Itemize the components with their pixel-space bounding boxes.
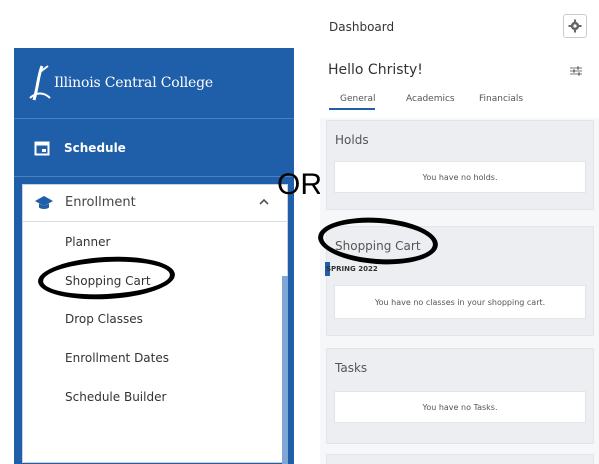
logo-text: Illinois Central College xyxy=(54,75,213,91)
tasks-card: Tasks You have no Tasks. xyxy=(326,348,594,444)
shopping-cart-message: You have no classes in your shopping car… xyxy=(334,285,586,319)
tab-financials[interactable]: Financials xyxy=(479,94,523,104)
holds-card: Holds You have no holds. xyxy=(326,120,594,210)
page-title: Dashboard xyxy=(329,20,395,34)
submenu-item-enrollment-dates[interactable]: Enrollment Dates xyxy=(65,351,169,365)
college-logo[interactable]: Illinois Central College xyxy=(14,48,294,118)
active-tab-indicator xyxy=(329,108,375,110)
divider xyxy=(14,176,294,177)
greeting: Hello Christy! xyxy=(328,62,423,78)
dashboard-header: Dashboard xyxy=(320,0,599,51)
term-label: SPRING 2022 xyxy=(326,265,378,273)
card-icon xyxy=(34,441,50,454)
nav-item-label: Enrollment xyxy=(65,195,136,210)
divider xyxy=(14,118,294,119)
holds-message: You have no holds. xyxy=(334,161,586,193)
nav-item-enrollment[interactable]: Enrollment xyxy=(23,185,287,222)
settings-button[interactable] xyxy=(563,14,587,38)
submenu-item-schedule-builder[interactable]: Schedule Builder xyxy=(65,390,166,404)
tasks-message: You have no Tasks. xyxy=(334,391,586,423)
nav-item-schedule[interactable]: Schedule xyxy=(14,128,294,168)
or-label: OR xyxy=(277,168,322,201)
submenu-item-planner[interactable]: Planner xyxy=(65,235,110,249)
card-title: Holds xyxy=(335,133,369,147)
chevron-down-icon[interactable] xyxy=(256,443,266,451)
next-card xyxy=(326,454,594,464)
nav-item-financials[interactable]: Financials xyxy=(14,427,294,464)
card-title: Tasks xyxy=(335,361,368,375)
gear-icon xyxy=(568,19,582,33)
greeting-area: Hello Christy! General Academics Financi… xyxy=(320,50,599,118)
tab-general[interactable]: General xyxy=(340,94,375,104)
navigation-sidebar: Illinois Central College Schedule Enroll… xyxy=(14,48,294,464)
chevron-up-icon[interactable] xyxy=(259,197,269,207)
logo-icon xyxy=(29,65,51,101)
sliders-icon[interactable] xyxy=(570,66,582,76)
calendar-icon xyxy=(34,141,50,156)
graduation-cap-icon xyxy=(35,196,53,209)
nav-item-label: Schedule xyxy=(64,141,126,155)
tab-academics[interactable]: Academics xyxy=(406,94,455,104)
enrollment-panel: Enrollment Planner Shopping Cart Drop Cl… xyxy=(22,184,288,463)
nav-item-label: Financials xyxy=(64,440,133,454)
submenu-item-drop-classes[interactable]: Drop Classes xyxy=(65,312,143,326)
